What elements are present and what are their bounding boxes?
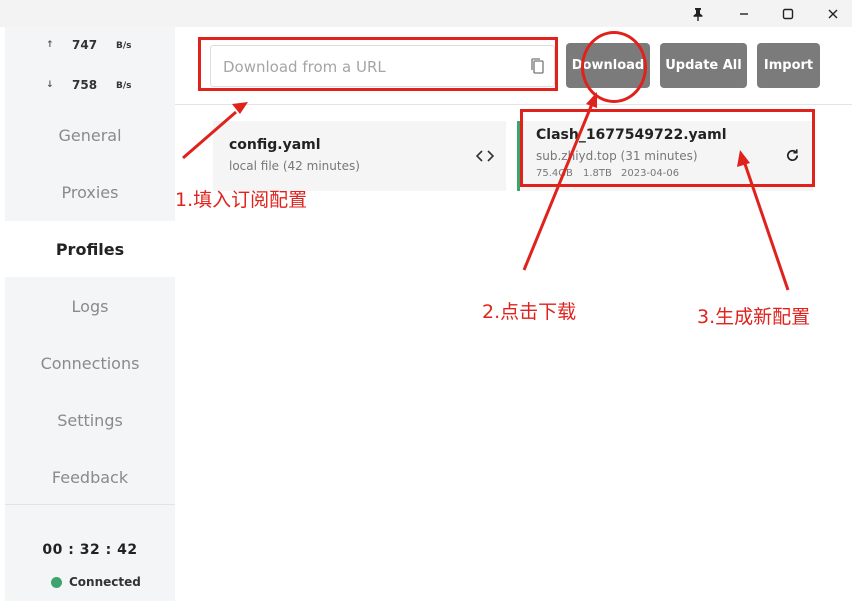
annotation-arrows <box>182 92 790 291</box>
annotation-step1: 1.填入订阅配置 <box>175 189 308 211</box>
annotation-step2: 2.点击下载 <box>482 301 577 323</box>
annotation-step3: 3.生成新配置 <box>697 306 811 328</box>
